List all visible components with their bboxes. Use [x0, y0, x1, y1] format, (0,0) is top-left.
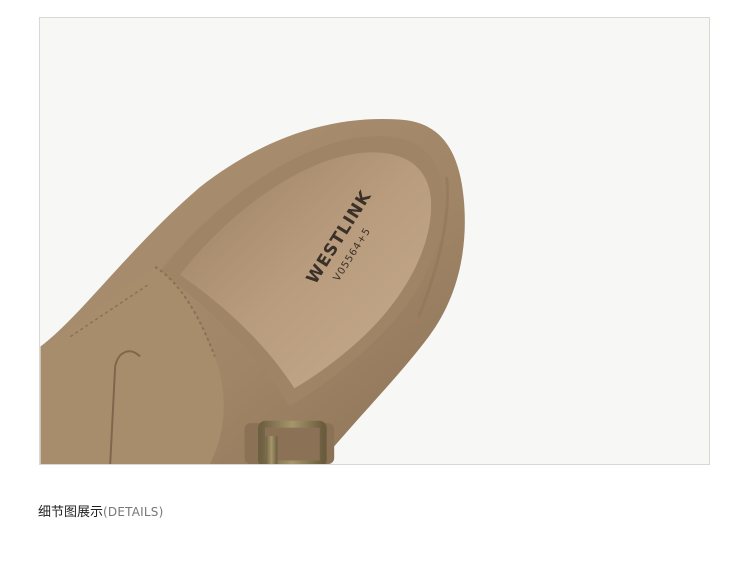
shoe-image: WESTLINK V05564+5 — [40, 119, 465, 464]
caption-title-en: (DETAILS) — [103, 505, 164, 519]
buckle — [244, 420, 335, 464]
section-caption: 细节图展示(DETAILS) — [38, 503, 163, 522]
product-detail-photo: WESTLINK V05564+5 — [39, 17, 710, 465]
caption-title-cn: 细节图展示 — [38, 505, 104, 520]
